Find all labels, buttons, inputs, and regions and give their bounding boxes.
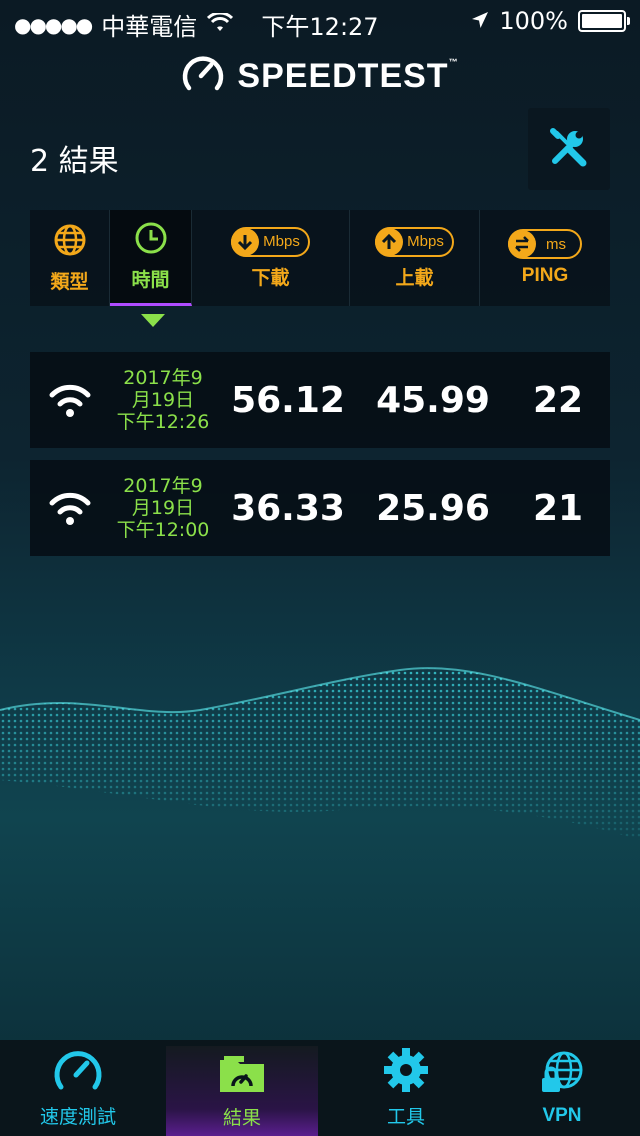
tab-tools[interactable]: 工具 <box>328 1040 484 1136</box>
result-ping: 22 <box>532 379 584 421</box>
background-wave-graphic <box>0 667 640 840</box>
battery-icon <box>578 10 630 32</box>
settings-tools-button[interactable] <box>528 108 610 190</box>
speedometer-icon <box>53 1047 103 1098</box>
wrench-screwdriver-icon <box>549 127 589 171</box>
sort-by-type[interactable]: 類型 <box>30 210 110 306</box>
upload-arrow-icon <box>375 227 404 256</box>
result-date: 2017年9 月19日 下午12:26 <box>116 367 210 433</box>
battery-percent: 100% <box>499 7 568 35</box>
results-folder-icon <box>218 1052 266 1099</box>
logo-wordmark: SPEEDTEST™ <box>237 56 459 95</box>
result-row[interactable]: 2017年9 月19日 下午12:26 56.12 45.99 22 <box>30 352 610 448</box>
result-download: 56.12 <box>231 379 345 421</box>
result-ping: 21 <box>532 487 584 529</box>
clock-icon <box>134 221 168 259</box>
tab-label: 結果 <box>222 1107 261 1129</box>
tab-speed-test[interactable]: 速度測試 <box>0 1040 156 1136</box>
sort-type-label: 類型 <box>50 270 89 293</box>
globe-icon <box>53 223 87 261</box>
location-arrow-icon <box>471 7 489 35</box>
wifi-icon <box>30 382 110 418</box>
result-download: 36.33 <box>231 487 345 529</box>
sort-by-download[interactable]: Mbps 下載 <box>192 210 350 306</box>
sort-ping-label: PING <box>521 265 569 286</box>
ping-unit-badge: ms <box>508 229 582 259</box>
tab-label: 工具 <box>386 1106 425 1128</box>
download-unit-badge: Mbps <box>231 226 310 257</box>
sort-by-upload[interactable]: Mbps 上載 <box>350 210 480 306</box>
tab-label: VPN <box>542 1104 582 1126</box>
vpn-globe-lock-icon <box>540 1050 584 1101</box>
result-upload: 45.99 <box>376 379 490 421</box>
sort-upload-label: 上載 <box>395 266 434 289</box>
sort-by-ping[interactable]: ms PING <box>480 210 610 306</box>
download-arrow-icon <box>231 227 260 256</box>
results-count: 2 結果 <box>30 144 119 179</box>
tab-vpn[interactable]: VPN <box>484 1040 640 1136</box>
active-sort-indicator <box>141 314 165 327</box>
tab-results[interactable]: 結果 <box>166 1046 318 1136</box>
upload-unit-badge: Mbps <box>375 226 454 257</box>
result-upload: 25.96 <box>376 487 490 529</box>
sort-by-time[interactable]: 時間 <box>110 210 192 306</box>
wifi-icon <box>30 490 110 526</box>
speedometer-logo-icon <box>181 52 225 100</box>
gear-icon <box>383 1047 429 1098</box>
sort-header: 類型 時間 Mbps 下載 Mbps 上載 ms PING <box>30 210 610 306</box>
status-bar: ●●●●● 中華電信 下午12:27 100% <box>0 0 640 41</box>
tab-label: 速度測試 <box>39 1106 116 1128</box>
result-row[interactable]: 2017年9 月19日 下午12:00 36.33 25.96 21 <box>30 460 610 556</box>
sort-download-label: 下載 <box>251 266 290 289</box>
tab-bar: 速度測試 結果 工具 VPN <box>0 1040 640 1136</box>
sort-time-label: 時間 <box>131 269 170 291</box>
result-date: 2017年9 月19日 下午12:00 <box>116 475 210 541</box>
app-logo: SPEEDTEST™ <box>0 52 640 100</box>
ping-arrows-icon <box>508 230 536 258</box>
